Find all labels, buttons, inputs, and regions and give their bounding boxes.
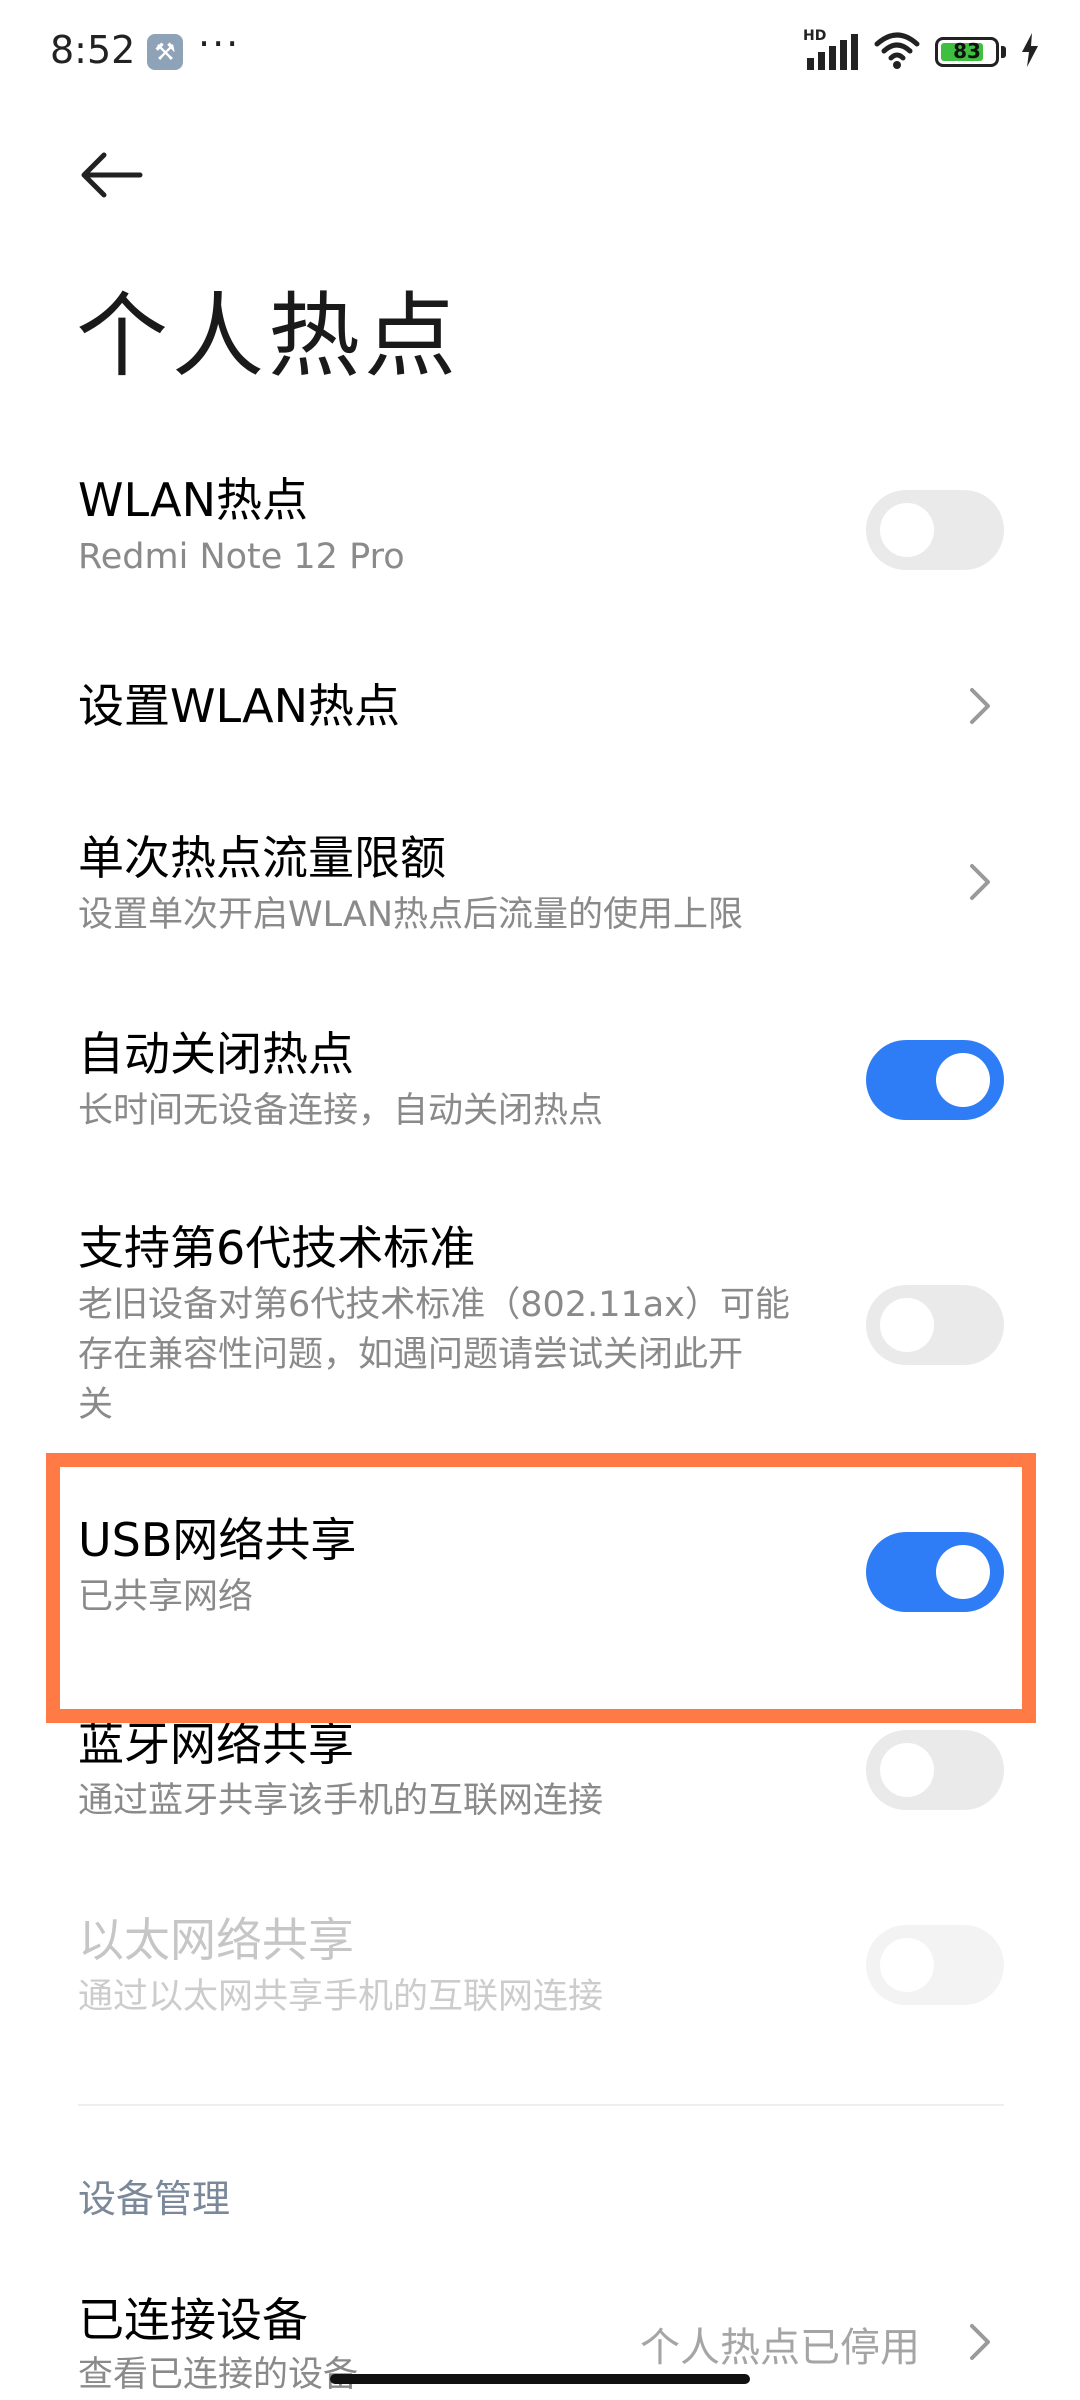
wrench-icon: ⚒	[147, 34, 183, 70]
item-subtitle: 设置单次开启WLAN热点后流量的使用上限	[78, 895, 744, 935]
back-button[interactable]	[70, 135, 150, 215]
toggle-knob	[880, 503, 934, 557]
status-bar: 8:52 ⚒ ··· HD 83	[0, 0, 1080, 110]
auto-close-hotspot-toggle[interactable]	[866, 1040, 1004, 1120]
status-time: 8:52	[50, 28, 136, 72]
item-title: 已连接设备	[78, 2293, 308, 2347]
ethernet-tethering-toggle	[866, 1925, 1004, 2005]
traffic-limit-item[interactable]: 单次热点流量限额 设置单次开启WLAN热点后流量的使用上限	[78, 828, 1008, 940]
item-subtitle-line: 存在兼容性问题，如遇问题请尝试关闭此开	[78, 1335, 744, 1375]
chevron-right-icon	[960, 676, 1000, 736]
divider	[78, 2104, 1004, 2106]
wifi6-support-toggle[interactable]	[866, 1285, 1004, 1365]
item-subtitle-line: 老旧设备对第6代技术标准（802.11ax）可能	[78, 1285, 790, 1325]
status-icons: HD 83	[803, 28, 1040, 74]
item-title: 支持第6代技术标准	[78, 1221, 476, 1275]
toggle-knob	[936, 1053, 990, 1107]
chevron-right-icon	[960, 2312, 1000, 2372]
toggle-knob	[880, 1298, 934, 1352]
battery-level: 83	[953, 39, 981, 63]
battery-icon: 83	[935, 37, 999, 67]
item-title: 单次热点流量限额	[78, 831, 446, 885]
usb-tethering-toggle[interactable]	[866, 1532, 1004, 1612]
toggle-knob	[880, 1938, 934, 1992]
wifi-icon	[873, 30, 921, 74]
section-header-device-management: 设备管理	[78, 2177, 231, 2221]
home-indicator[interactable]	[330, 2374, 750, 2384]
bluetooth-tethering-toggle[interactable]	[866, 1730, 1004, 1810]
signal-icon: HD	[803, 28, 859, 72]
back-arrow-icon	[81, 152, 143, 198]
item-title: 设置WLAN热点	[78, 679, 401, 733]
charging-icon	[1020, 33, 1040, 71]
wifi6-support-item[interactable]: 支持第6代技术标准 老旧设备对第6代技术标准（802.11ax）可能 存在兼容性…	[78, 1218, 858, 1430]
item-subtitle-line: 关	[78, 1385, 114, 1425]
more-dots-icon: ···	[198, 22, 241, 66]
wlan-hotspot-toggle[interactable]	[866, 490, 1004, 570]
page-title: 个人热点	[76, 283, 461, 390]
hotspot-status-value: 个人热点已停用	[640, 2325, 920, 2371]
battery-nub	[1001, 46, 1006, 58]
toggle-knob	[880, 1743, 934, 1797]
chevron-right-icon	[960, 852, 1000, 912]
toggle-knob	[936, 1545, 990, 1599]
setup-wlan-hotspot-item[interactable]: 设置WLAN热点	[78, 676, 1008, 736]
